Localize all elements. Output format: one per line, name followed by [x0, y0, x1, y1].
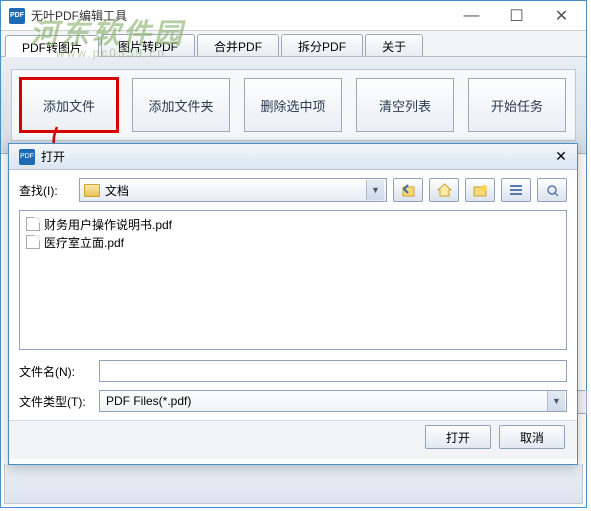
- dialog-fields: 文件名(N): 文件类型(T): PDF Files(*.pdf) ▼: [9, 354, 577, 412]
- nav-new-folder-button[interactable]: [465, 178, 495, 202]
- file-list[interactable]: 财务用户操作说明书.pdf 医疗室立面.pdf: [19, 210, 567, 350]
- filename-label: 文件名(N):: [19, 363, 91, 380]
- dialog-button-row: 打开 取消: [9, 420, 577, 459]
- filename-input[interactable]: [99, 360, 567, 382]
- app-icon: PDF: [9, 8, 25, 24]
- dialog-titlebar: PDF 打开 ✕: [9, 144, 577, 170]
- content-area-border: [4, 464, 583, 504]
- close-button[interactable]: ✕: [539, 2, 584, 30]
- maximize-button[interactable]: ☐: [494, 2, 539, 30]
- nav-list-view-button[interactable]: [501, 178, 531, 202]
- clear-list-button[interactable]: 清空列表: [356, 78, 454, 132]
- folder-icon: [84, 184, 100, 197]
- cancel-button[interactable]: 取消: [499, 425, 565, 449]
- chevron-down-icon: ▼: [547, 391, 565, 411]
- nav-details-view-button[interactable]: [537, 178, 567, 202]
- pdf-file-icon: [26, 235, 40, 249]
- tabbar: PDF转图片 图片转PDF 合并PDF 拆分PDF 关于: [1, 31, 586, 57]
- tab-pdf-to-image[interactable]: PDF转图片: [5, 35, 99, 57]
- tab-about[interactable]: 关于: [365, 34, 423, 56]
- add-folder-button[interactable]: 添加文件夹: [132, 78, 230, 132]
- list-view-icon: [509, 184, 523, 196]
- toolbar-area: 添加文件 添加文件夹 删除选中项 清空列表 开始任务: [1, 57, 586, 154]
- lookin-row: 查找(I): 文档 ▼: [9, 170, 577, 210]
- lookin-value: 文档: [105, 182, 129, 199]
- open-dialog: PDF 打开 ✕ 查找(I): 文档 ▼ 财务用户操作说明书.pdf: [8, 143, 578, 465]
- file-name: 医疗室立面.pdf: [44, 234, 124, 251]
- back-icon: [401, 184, 416, 197]
- file-name: 财务用户操作说明书.pdf: [44, 216, 172, 233]
- chevron-down-icon: ▼: [366, 180, 384, 200]
- start-task-button[interactable]: 开始任务: [468, 78, 566, 132]
- tab-image-to-pdf[interactable]: 图片转PDF: [101, 34, 195, 56]
- dialog-icon: PDF: [19, 149, 35, 165]
- details-view-icon: [545, 184, 559, 196]
- dialog-close-button[interactable]: ✕: [549, 147, 573, 167]
- delete-selected-button[interactable]: 删除选中项: [244, 78, 342, 132]
- tab-merge-pdf[interactable]: 合并PDF: [197, 34, 279, 56]
- filetype-label: 文件类型(T):: [19, 393, 91, 410]
- new-folder-icon: [473, 184, 488, 197]
- nav-back-button[interactable]: [393, 178, 423, 202]
- file-item[interactable]: 医疗室立面.pdf: [24, 233, 562, 251]
- home-icon: [437, 183, 452, 197]
- tab-split-pdf[interactable]: 拆分PDF: [281, 34, 363, 56]
- minimize-button[interactable]: —: [449, 2, 494, 30]
- filetype-value: PDF Files(*.pdf): [106, 394, 191, 408]
- lookin-label: 查找(I):: [19, 182, 73, 199]
- lookin-combobox[interactable]: 文档 ▼: [79, 178, 387, 202]
- toolbar: 添加文件 添加文件夹 删除选中项 清空列表 开始任务: [11, 69, 576, 141]
- pdf-file-icon: [26, 217, 40, 231]
- dialog-title: 打开: [41, 148, 549, 165]
- window-title: 无叶PDF编辑工具: [31, 7, 449, 24]
- filetype-combobox[interactable]: PDF Files(*.pdf) ▼: [99, 390, 567, 412]
- open-button[interactable]: 打开: [425, 425, 491, 449]
- nav-home-button[interactable]: [429, 178, 459, 202]
- file-item[interactable]: 财务用户操作说明书.pdf: [24, 215, 562, 233]
- add-file-button[interactable]: 添加文件: [20, 78, 118, 132]
- titlebar: PDF 无叶PDF编辑工具 — ☐ ✕: [1, 1, 586, 31]
